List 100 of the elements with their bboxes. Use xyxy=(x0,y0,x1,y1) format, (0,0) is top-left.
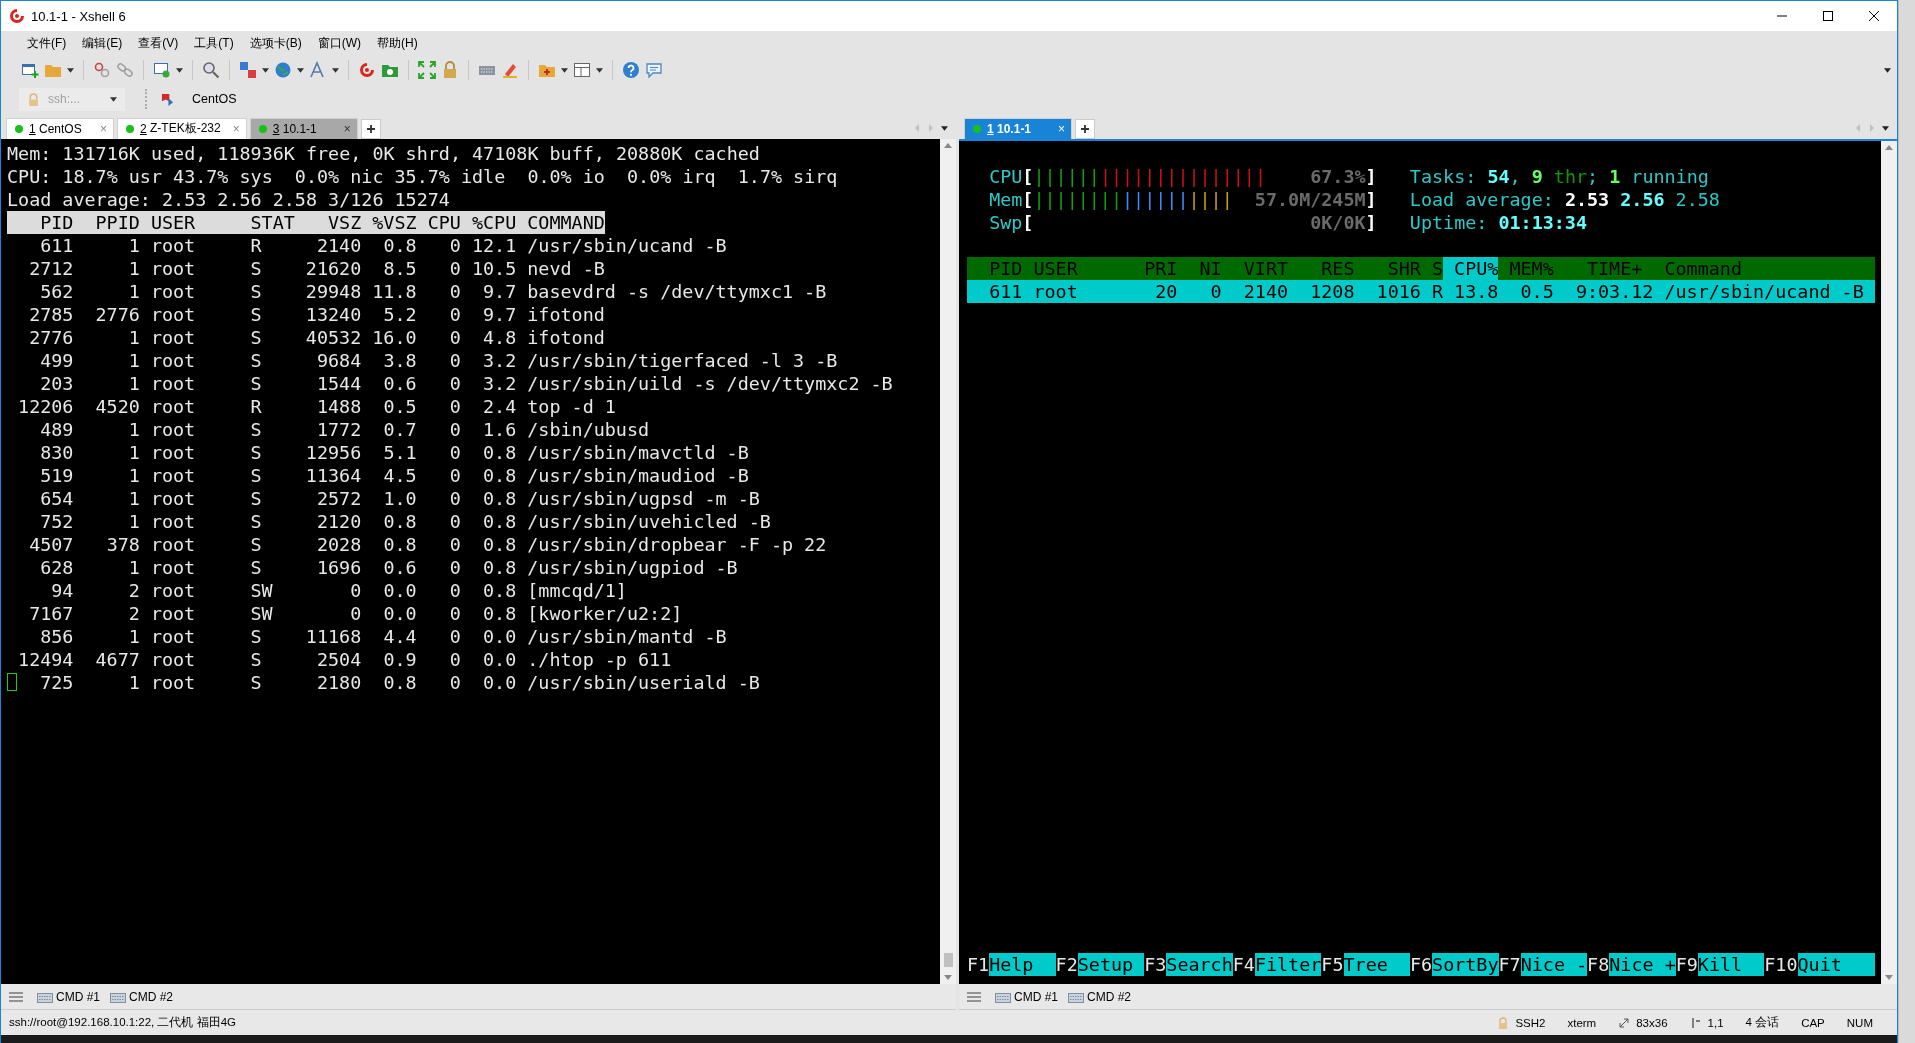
table-cell-text: 3.2 xyxy=(482,371,517,395)
status-item: 1,1 xyxy=(1707,1016,1724,1029)
table-cell-text: 654 xyxy=(39,486,74,510)
caret-icon[interactable] xyxy=(1882,125,1889,131)
caret-icon[interactable] xyxy=(262,67,269,73)
table-cell-text: 0 xyxy=(448,417,461,441)
table-cell-text: 0 xyxy=(448,486,461,510)
menu-item[interactable]: 帮助(H) xyxy=(371,32,424,54)
session-tab[interactable]: 1 10.1-1 × xyxy=(964,117,1072,139)
table-cell-text: S xyxy=(250,624,263,648)
menu-item[interactable]: 工具(T) xyxy=(188,32,240,54)
function-key-label[interactable]: SortBy xyxy=(1432,953,1499,977)
function-key-label[interactable]: Nice - xyxy=(1520,953,1588,977)
table-cell-text: 378 xyxy=(105,532,140,556)
caret-icon[interactable] xyxy=(561,67,568,73)
function-key-label[interactable]: Nice + xyxy=(1609,953,1676,977)
app-logo-icon xyxy=(9,8,25,24)
scroll-down-icon[interactable] xyxy=(1885,975,1893,981)
command-tab[interactable]: CMD #2 xyxy=(110,989,174,1004)
scroll-up-icon[interactable] xyxy=(944,142,952,148)
session-tab[interactable]: 2 Z-TEK板-232 × xyxy=(117,117,247,139)
table-cell-text: root xyxy=(150,394,197,418)
caret-icon[interactable] xyxy=(176,67,183,73)
menu-item[interactable]: 选项卡(B) xyxy=(243,32,308,54)
scrollbar[interactable] xyxy=(1881,140,1897,985)
function-key-label[interactable]: Setup xyxy=(1077,953,1145,977)
caret-icon[interactable] xyxy=(596,67,603,73)
table-cell-text: root xyxy=(150,555,197,579)
process-row[interactable]: 611 root 20 0 2140 1208 1016 R 13.8 0.5 9:03.12 /usr/sbin/ucand -B xyxy=(967,279,1875,303)
add-tab-icon[interactable] xyxy=(360,118,381,139)
table-cell-text: 10.5 xyxy=(470,256,517,280)
scroll-thumb[interactable] xyxy=(943,953,953,968)
session-tab[interactable]: 3 10.1-1 × xyxy=(249,117,358,139)
table-cell-text: 0 xyxy=(349,578,362,602)
function-key-label[interactable]: Help xyxy=(989,953,1056,977)
function-key-label[interactable]: Filter xyxy=(1254,953,1322,977)
spiral-icon[interactable] xyxy=(358,61,376,79)
menu-item[interactable]: 窗口(W) xyxy=(311,32,367,54)
highlighter-icon[interactable] xyxy=(501,61,519,79)
keyboard-icon xyxy=(37,990,53,1003)
bookmark-icon[interactable] xyxy=(161,92,174,106)
close-tab-icon[interactable]: × xyxy=(331,121,351,136)
window-gear-icon[interactable] xyxy=(153,61,171,79)
help-icon[interactable] xyxy=(622,61,640,79)
connected-dot xyxy=(15,124,23,133)
scrollbar[interactable] xyxy=(940,138,956,985)
command-tab[interactable]: CMD #1 xyxy=(37,989,100,1004)
menu-item[interactable]: 查看(V) xyxy=(132,32,185,54)
table-cell-text: 0.8 xyxy=(382,233,417,257)
function-key-label[interactable]: Tree xyxy=(1343,953,1410,977)
table-cell-text: 0 xyxy=(448,256,461,280)
caret-icon[interactable] xyxy=(941,125,948,131)
table-cell-text: 0 xyxy=(448,601,461,625)
table-cell-text: 2180 xyxy=(315,670,362,694)
table-cell: ifotond xyxy=(527,302,605,326)
globe-icon[interactable] xyxy=(274,61,292,79)
table-cell: /usr/sbin/ucand -B xyxy=(527,233,727,257)
search-icon[interactable] xyxy=(202,61,220,79)
close-tab-icon[interactable]: × xyxy=(1046,121,1065,136)
command-tab[interactable]: CMD #2 xyxy=(1068,989,1132,1004)
table-cell: 12494 xyxy=(18,647,74,671)
function-key-label[interactable]: Quit xyxy=(1797,953,1875,977)
command-tab[interactable]: CMD #1 xyxy=(995,989,1058,1004)
function-key-label[interactable]: Kill xyxy=(1697,953,1765,977)
close-tab-icon[interactable]: × xyxy=(220,121,240,136)
table-cell-text: 628 xyxy=(39,555,74,579)
menu-icon[interactable] xyxy=(967,991,981,1002)
caret-icon[interactable] xyxy=(332,67,339,73)
link-icon[interactable] xyxy=(116,61,134,79)
function-key-label[interactable]: Search xyxy=(1166,953,1233,977)
menu-icon[interactable] xyxy=(9,991,23,1002)
table-cell-text: 0.0 xyxy=(382,578,417,602)
menu-item[interactable]: 文件(F) xyxy=(21,32,73,54)
disconnect-icon[interactable] xyxy=(93,61,111,79)
caret-icon[interactable] xyxy=(1884,67,1891,73)
scroll-up-icon[interactable] xyxy=(1885,144,1893,150)
fullscreen-icon[interactable] xyxy=(418,61,436,79)
chat-icon[interactable] xyxy=(645,61,663,79)
table-cell-text: 752 xyxy=(39,509,74,533)
table-cell-text: 4507 xyxy=(28,532,74,556)
meter-label: CPU xyxy=(989,164,1023,188)
caret-icon[interactable] xyxy=(67,67,74,73)
lock-icon[interactable] xyxy=(441,61,459,79)
table-cell-text: 5.2 xyxy=(382,302,417,326)
caret-icon[interactable] xyxy=(297,67,304,73)
bookmark-link[interactable]: CentOS xyxy=(192,92,237,106)
table-cell-text: 1 xyxy=(127,325,140,349)
close-tab-icon[interactable]: × xyxy=(88,121,107,136)
table-cell-text: S xyxy=(250,417,263,441)
new-session-icon[interactable] xyxy=(21,61,39,79)
layout-icon[interactable] xyxy=(573,61,591,79)
table-cell-text: 0 xyxy=(448,302,461,326)
column-header[interactable]: CPU% xyxy=(1443,256,1499,280)
add-tab-icon[interactable] xyxy=(1075,118,1095,139)
table-cell: /usr/sbin/uvehicled -B xyxy=(527,509,771,533)
menu-item[interactable]: 编辑(E) xyxy=(76,32,129,54)
scroll-down-icon[interactable] xyxy=(944,975,952,981)
session-tab[interactable]: 1 CentOS × xyxy=(6,117,114,139)
table-cell-text: S xyxy=(250,647,263,671)
table-cell: [kworker/u2:2] xyxy=(527,601,683,625)
